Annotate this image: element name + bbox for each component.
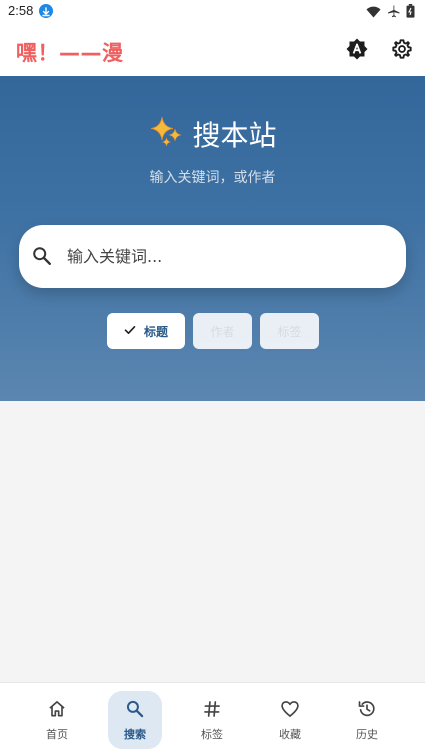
search-hero: 搜本站 输入关键词，或作者 标题 作者 标签 [0, 76, 425, 401]
hero-heading: 搜本站 [0, 114, 425, 154]
sparkles-icon [148, 114, 184, 154]
status-time: 2:58 [8, 3, 34, 18]
nav-label-home: 首页 [46, 727, 68, 741]
status-icons [366, 3, 415, 22]
bottom-navigation: 首页 搜索 标签 收藏 历史 [0, 682, 425, 756]
hero-subtitle: 输入关键词，或作者 [149, 170, 276, 186]
nav-item-search[interactable]: 搜索 [108, 691, 162, 749]
app-title: 嘿！——漫 [16, 41, 124, 65]
hashtag-icon [202, 699, 222, 723]
home-icon [47, 699, 67, 723]
chip-title[interactable]: 标题 [107, 313, 185, 349]
chip-author[interactable]: 作者 [193, 313, 252, 349]
search-input[interactable] [67, 239, 387, 273]
history-icon [357, 699, 377, 723]
search-icon [125, 699, 145, 723]
chip-title-label: 标题 [143, 324, 168, 339]
search-filter-chips: 标题 作者 标签 [107, 313, 319, 349]
nav-label-search: 搜索 [124, 727, 146, 741]
status-bar: 2:58 [0, 0, 425, 24]
chip-tag-label: 标签 [277, 324, 302, 339]
search-results-area [0, 401, 425, 682]
translate-icon[interactable] [344, 36, 370, 62]
check-icon [124, 324, 136, 339]
settings-icon[interactable] [389, 36, 415, 62]
nav-item-favorites[interactable]: 收藏 [263, 691, 317, 749]
hero-title: 搜本站 [192, 119, 277, 152]
search-box[interactable] [19, 225, 406, 288]
nav-item-home[interactable]: 首页 [30, 691, 84, 749]
battery-icon [406, 3, 415, 22]
airplane-icon [387, 3, 400, 22]
nav-label-history: 历史 [356, 727, 378, 741]
nav-item-history[interactable]: 历史 [340, 691, 394, 749]
app-bar: 嘿！——漫 [0, 24, 425, 76]
chip-author-label: 作者 [210, 324, 235, 339]
search-icon [31, 245, 53, 271]
wifi-icon [366, 3, 381, 22]
nav-label-favorites: 收藏 [279, 727, 301, 741]
heart-icon [280, 699, 300, 723]
nav-label-tags: 标签 [201, 727, 223, 741]
download-icon [39, 4, 53, 18]
nav-item-tags[interactable]: 标签 [185, 691, 239, 749]
chip-tag[interactable]: 标签 [260, 313, 319, 349]
